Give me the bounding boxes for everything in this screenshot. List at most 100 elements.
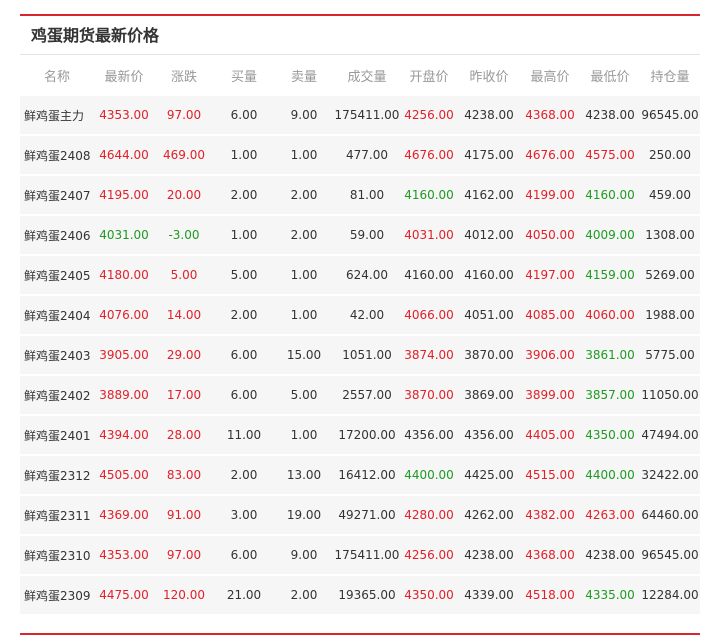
cell-ask-volume: 9.00	[274, 534, 334, 574]
cell-high: 4382.00	[520, 494, 580, 534]
cell-latest: 4353.00	[94, 534, 154, 574]
cell-latest: 4394.00	[94, 414, 154, 454]
cell-change: 120.00	[154, 574, 214, 614]
cell-volume: 81.00	[334, 174, 400, 214]
cell-open-interest: 47494.00	[640, 414, 700, 454]
cell-change: 28.00	[154, 414, 214, 454]
cell-open: 4031.00	[400, 214, 458, 254]
cell-open: 4256.00	[400, 534, 458, 574]
cell-name: 鲜鸡蛋2311	[20, 494, 94, 534]
cell-high: 4515.00	[520, 454, 580, 494]
cell-ask-volume: 2.00	[274, 174, 334, 214]
cell-open-interest: 1988.00	[640, 294, 700, 334]
table-row: 鲜鸡蛋2311 4369.00 91.00 3.00 19.00 49271.00 4280…	[20, 494, 700, 534]
cell-open: 4356.00	[400, 414, 458, 454]
cell-open-interest: 96545.00	[640, 94, 700, 134]
cell-low: 4009.00	[580, 214, 640, 254]
table-row: 鲜鸡蛋2406 4031.00 -3.00 1.00 2.00 59.00 4031.00 4…	[20, 214, 700, 254]
cell-change: 14.00	[154, 294, 214, 334]
cell-change: 20.00	[154, 174, 214, 214]
cell-name: 鲜鸡蛋2310	[20, 534, 94, 574]
cell-prev-close: 4356.00	[458, 414, 520, 454]
cell-open-interest: 12284.00	[640, 574, 700, 614]
cell-prev-close: 4425.00	[458, 454, 520, 494]
cell-name: 鲜鸡蛋2408	[20, 134, 94, 174]
cell-high: 4405.00	[520, 414, 580, 454]
cell-ask-volume: 1.00	[274, 254, 334, 294]
cell-volume: 624.00	[334, 254, 400, 294]
column-header-prev-close: 昨收价	[469, 69, 509, 85]
cell-change: 83.00	[154, 454, 214, 494]
cell-low: 3861.00	[580, 334, 640, 374]
cell-latest: 4076.00	[94, 294, 154, 334]
cell-open: 4066.00	[400, 294, 458, 334]
cell-volume: 2557.00	[334, 374, 400, 414]
cell-name: 鲜鸡蛋2407	[20, 174, 94, 214]
column-header-latest: 最新价	[104, 69, 144, 85]
cell-latest: 4031.00	[94, 214, 154, 254]
cell-prev-close: 4160.00	[458, 254, 520, 294]
cell-name: 鲜鸡蛋主力	[20, 94, 94, 134]
cell-open: 4160.00	[400, 254, 458, 294]
cell-name: 鲜鸡蛋2405	[20, 254, 94, 294]
column-header-open: 开盘价	[409, 69, 449, 85]
cell-low: 3857.00	[580, 374, 640, 414]
cell-change: 91.00	[154, 494, 214, 534]
cell-open-interest: 11050.00	[640, 374, 700, 414]
cell-volume: 1051.00	[334, 334, 400, 374]
cell-open-interest: 5775.00	[640, 334, 700, 374]
cell-low: 4263.00	[580, 494, 640, 534]
egg-futures-price-table: 名称 最新价 涨跌 买量 卖量 成交量 开盘价 昨收价 最高价 最低价 持仓量 …	[20, 56, 700, 614]
column-header-ask-volume: 卖量	[290, 69, 317, 85]
cell-open-interest: 250.00	[640, 134, 700, 174]
cell-bid-volume: 2.00	[214, 174, 274, 214]
cell-name: 鲜鸡蛋2406	[20, 214, 94, 254]
cell-open-interest: 459.00	[640, 174, 700, 214]
cell-ask-volume: 13.00	[274, 454, 334, 494]
cell-ask-volume: 1.00	[274, 414, 334, 454]
cell-low: 4400.00	[580, 454, 640, 494]
cell-volume: 17200.00	[334, 414, 400, 454]
cell-high: 4676.00	[520, 134, 580, 174]
cell-ask-volume: 15.00	[274, 334, 334, 374]
cell-high: 4050.00	[520, 214, 580, 254]
table-row: 鲜鸡蛋2312 4505.00 83.00 2.00 13.00 16412.00 4400…	[20, 454, 700, 494]
cell-bid-volume: 21.00	[214, 574, 274, 614]
cell-open: 3870.00	[400, 374, 458, 414]
cell-open: 4350.00	[400, 574, 458, 614]
cell-high: 4199.00	[520, 174, 580, 214]
cell-low: 4159.00	[580, 254, 640, 294]
column-header-change: 涨跌	[170, 69, 197, 85]
cell-low: 4238.00	[580, 534, 640, 574]
cell-bid-volume: 2.00	[214, 454, 274, 494]
cell-ask-volume: 2.00	[274, 574, 334, 614]
cell-low: 4060.00	[580, 294, 640, 334]
cell-name: 鲜鸡蛋2309	[20, 574, 94, 614]
column-header-bid-volume: 买量	[230, 69, 257, 85]
cell-latest: 4505.00	[94, 454, 154, 494]
panel-title: 鸡蛋期货最新价格	[31, 26, 160, 45]
table-row: 鲜鸡蛋2405 4180.00 5.00 5.00 1.00 624.00 4160.00 4…	[20, 254, 700, 294]
cell-prev-close: 3869.00	[458, 374, 520, 414]
cell-open: 3874.00	[400, 334, 458, 374]
cell-prev-close: 4051.00	[458, 294, 520, 334]
cell-prev-close: 4339.00	[458, 574, 520, 614]
cell-bid-volume: 1.00	[214, 214, 274, 254]
cell-high: 3906.00	[520, 334, 580, 374]
cell-volume: 19365.00	[334, 574, 400, 614]
cell-latest: 4180.00	[94, 254, 154, 294]
cell-open-interest: 32422.00	[640, 454, 700, 494]
cell-latest: 3889.00	[94, 374, 154, 414]
cell-prev-close: 4175.00	[458, 134, 520, 174]
cell-name: 鲜鸡蛋2404	[20, 294, 94, 334]
cell-open: 4280.00	[400, 494, 458, 534]
cell-high: 4368.00	[520, 534, 580, 574]
column-header-open-interest: 持仓量	[650, 69, 690, 85]
cell-low: 4160.00	[580, 174, 640, 214]
table-row: 鲜鸡蛋2408 4644.00 469.00 1.00 1.00 477.00 4676.0…	[20, 134, 700, 174]
cell-high: 4368.00	[520, 94, 580, 134]
cell-volume: 477.00	[334, 134, 400, 174]
table-row: 鲜鸡蛋2401 4394.00 28.00 11.00 1.00 17200.00 4356…	[20, 414, 700, 454]
cell-ask-volume: 19.00	[274, 494, 334, 534]
cell-volume: 16412.00	[334, 454, 400, 494]
